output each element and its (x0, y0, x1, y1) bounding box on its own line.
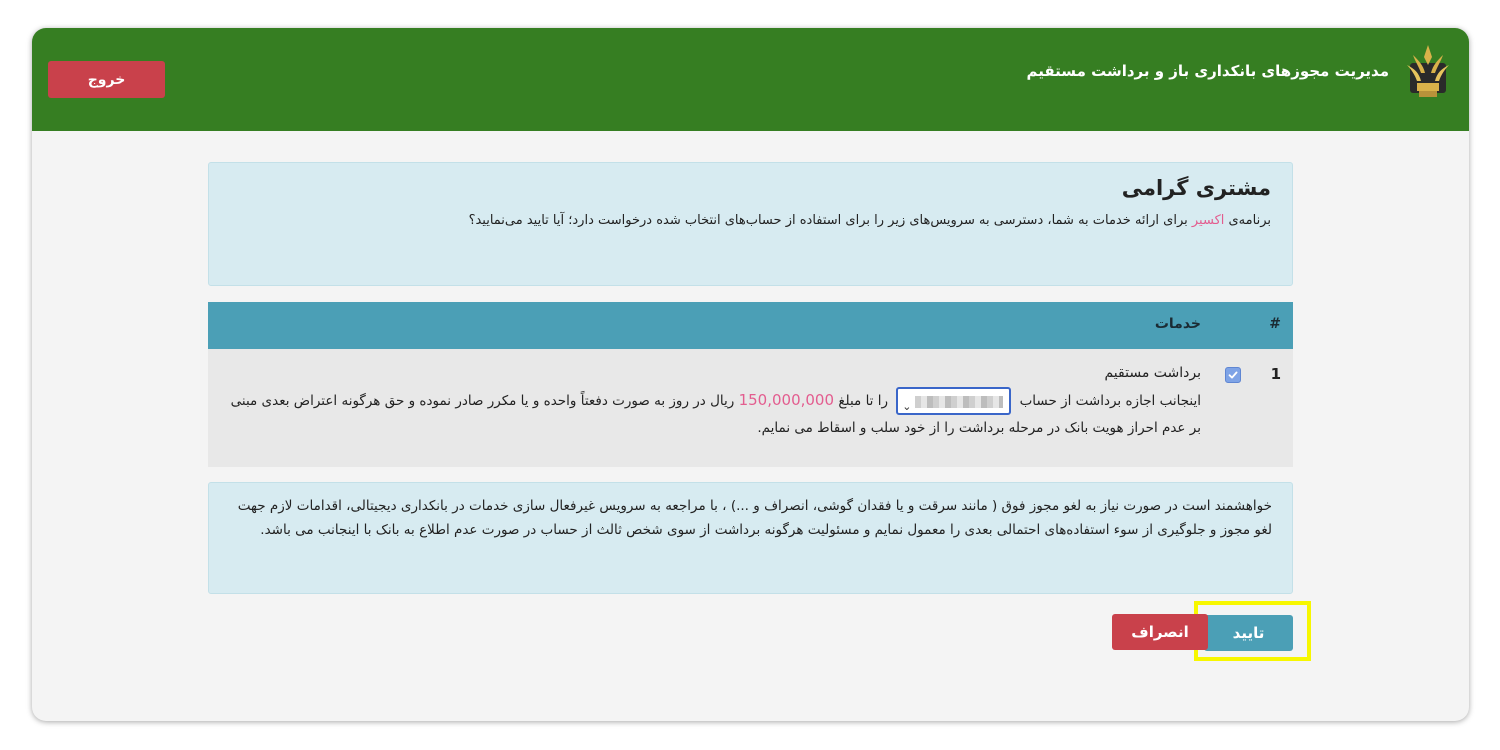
account-number-redacted (915, 396, 1004, 408)
service-description: اینجانب اجازه برداشت از حساب ⌄ را تا مبل… (221, 387, 1201, 442)
column-header-number: # (1269, 316, 1281, 332)
row-number: 1 (1270, 365, 1281, 383)
app-name: اکسیر (1191, 213, 1225, 228)
services-table-header: # خدمات (208, 302, 1293, 349)
confirm-button[interactable]: تایید (1204, 615, 1293, 651)
cancel-button[interactable]: انصراف (1112, 614, 1208, 650)
desc-part-1: اینجانب اجازه برداشت از حساب (1019, 393, 1201, 409)
chevron-down-icon: ⌄ (902, 400, 912, 413)
intro-text: برنامه‌ی اکسیر برای ارائه خدمات به شما، … (469, 213, 1271, 228)
confirm-highlight: تایید (1194, 601, 1311, 661)
notice-alert: خواهشمند است در صورت نیاز به لغو مجوز فو… (208, 482, 1293, 594)
intro-text-after: برای ارائه خدمات به شما، دسترسی به سرویس… (468, 213, 1192, 228)
app-title: مدیریت مجوزهای بانکداری باز و برداشت مست… (1026, 62, 1390, 80)
intro-text-before: برنامه‌ی (1224, 213, 1272, 228)
table-row: 1 برداشت مستقیم اینجانب اجازه برداشت از … (208, 349, 1293, 467)
desc-part-2: را تا مبلغ (838, 393, 888, 409)
column-header-services: خدمات (1154, 316, 1201, 332)
notice-text: خواهشمند است در صورت نیاز به لغو مجوز فو… (237, 498, 1272, 538)
app-header: مدیریت مجوزهای بانکداری باز و برداشت مست… (32, 28, 1469, 131)
service-title: برداشت مستقیم (1104, 365, 1201, 381)
bank-logo-icon (1405, 43, 1451, 101)
greeting-heading: مشتری گرامی (1121, 176, 1271, 200)
account-select[interactable]: ⌄ (896, 387, 1012, 415)
logout-button[interactable]: خروج (48, 61, 165, 98)
service-checkbox[interactable] (1225, 367, 1241, 383)
browser-window: مدیریت مجوزهای بانکداری باز و برداشت مست… (32, 28, 1469, 721)
intro-alert: مشتری گرامی برنامه‌ی اکسیر برای ارائه خد… (208, 162, 1293, 286)
amount-value: 150,000,000 (738, 391, 835, 409)
check-icon (1228, 371, 1238, 379)
